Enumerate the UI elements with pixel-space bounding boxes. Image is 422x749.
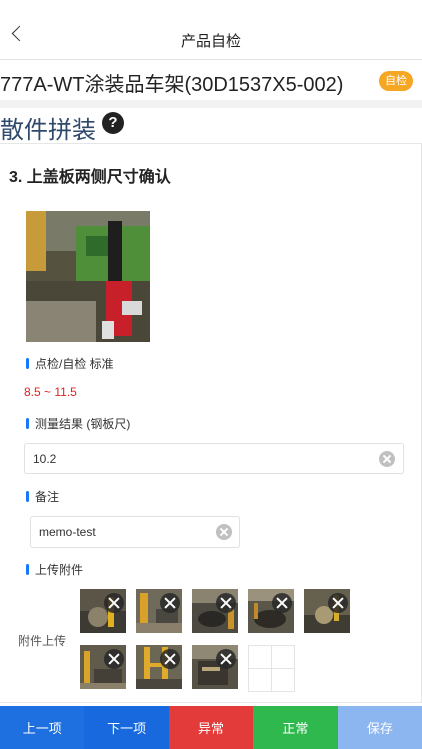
remark-label-text: 备注	[35, 490, 60, 504]
label-marker	[26, 418, 29, 429]
label-marker	[26, 358, 29, 369]
attachment-thumbnail[interactable]	[192, 645, 238, 689]
mark-normal-button[interactable]: 正常	[253, 706, 338, 749]
attachment-thumbnail[interactable]	[248, 589, 294, 633]
attachment-thumbnail[interactable]	[136, 589, 182, 633]
close-icon[interactable]	[272, 593, 292, 613]
app-header: 产品自检	[0, 0, 422, 60]
result-label: 测量结果 (钢板尺)	[26, 415, 130, 432]
attachment-thumbnail[interactable]	[304, 589, 350, 633]
mark-abnormal-button[interactable]: 异常	[168, 706, 254, 749]
status-badge: 自检	[379, 71, 413, 91]
result-input-box	[24, 443, 404, 474]
standard-label: 点检/自检 标准	[26, 355, 114, 372]
next-item-button[interactable]: 下一项	[84, 706, 169, 749]
standard-value: 8.5 ~ 11.5	[24, 385, 77, 399]
attachment-thumbnail[interactable]	[80, 589, 126, 633]
close-icon[interactable]	[160, 649, 180, 669]
remark-input-box	[30, 516, 240, 548]
close-icon[interactable]	[104, 593, 124, 613]
result-label-text: 测量结果 (钢板尺)	[35, 417, 131, 431]
page-title: 产品自检	[180, 33, 241, 50]
previous-item-button[interactable]: 上一项	[0, 706, 85, 749]
attachment-thumbnail[interactable]	[192, 589, 238, 633]
section-title: 散件拼装	[0, 117, 96, 144]
label-marker	[26, 491, 29, 502]
divider	[0, 100, 422, 108]
attachment-upload-label: 附件上传	[18, 634, 67, 648]
clear-circle-icon[interactable]	[216, 524, 232, 540]
inspection-item-title: 3. 上盖板两侧尺寸确认	[9, 169, 171, 186]
standard-label-text: 点检/自检 标准	[35, 357, 114, 371]
save-button[interactable]: 保存	[337, 706, 422, 749]
close-icon[interactable]	[160, 593, 180, 613]
attachment-thumbnail[interactable]	[136, 645, 182, 689]
action-bar: 上一项 下一项 异常 正常 保存	[0, 706, 422, 749]
result-input[interactable]	[33, 444, 373, 473]
close-icon[interactable]	[216, 593, 236, 613]
product-bar: 777A-WT涂装品车架(30D1537X5-002)	[0, 60, 422, 100]
remark-label: 备注	[26, 488, 59, 505]
close-icon[interactable]	[328, 593, 348, 613]
clear-circle-icon[interactable]	[379, 450, 395, 467]
question-circle-icon[interactable]: ?	[102, 112, 124, 134]
remark-input[interactable]	[39, 517, 209, 547]
label-marker	[26, 564, 29, 575]
attachment-thumbnail[interactable]	[80, 645, 126, 689]
add-attachment-button[interactable]	[248, 645, 295, 692]
reference-photo[interactable]	[26, 211, 150, 342]
attachments-label: 上传附件	[26, 561, 83, 578]
product-name: 777A-WT涂装品车架(30D1537X5-002)	[0, 74, 344, 96]
close-icon[interactable]	[104, 649, 124, 669]
close-icon[interactable]	[216, 649, 236, 669]
reference-photo-image	[26, 211, 150, 342]
attachments-label-text: 上传附件	[35, 563, 84, 577]
